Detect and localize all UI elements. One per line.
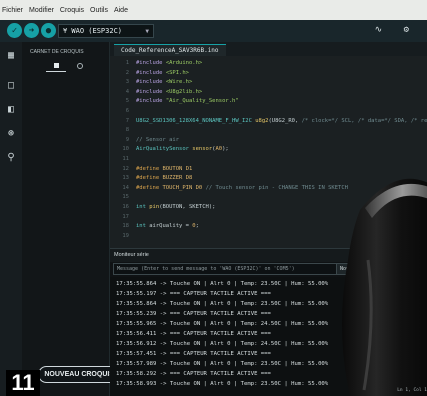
debug-panel-icon[interactable]: ⊛ [5, 128, 17, 140]
code-line[interactable]: AirQualitySensor sensor(A0); [136, 146, 229, 152]
folder-icon[interactable]: ▦ [5, 50, 17, 62]
sketchbook-title: CARNET DE CROQUIS [30, 49, 84, 55]
line-number: 13 [122, 175, 129, 182]
line-number: 3 [125, 79, 129, 86]
arrow-right-icon: ➜ [28, 25, 35, 36]
new-sketch-button[interactable]: NOUVEAU CROQUIS [38, 366, 121, 383]
library-icon[interactable]: ◧ [5, 104, 17, 116]
line-number: 15 [122, 194, 129, 201]
code-line[interactable]: int pin(BOUTON, SKETCH); [136, 204, 215, 210]
search-icon[interactable]: ⚲ [5, 152, 17, 164]
code-line[interactable]: #include "Air_Quality_Sensor.h" [136, 98, 239, 104]
line-number: 1 [125, 60, 129, 66]
editor-tab-bar: Code_ReferenceA_SAV3R6B.ino [110, 42, 427, 57]
serial-output-line: 17:35:55.864 -> Touche ON | Alrt 0 | Tem… [116, 301, 329, 307]
line-number: 19 [122, 232, 129, 239]
code-line[interactable]: #define BUZZER D8 [136, 175, 192, 181]
code-line[interactable]: #define TOUCH_PIN D0 // Touch sensor pin… [136, 185, 348, 191]
tab-local-sketchbook[interactable] [46, 61, 66, 72]
board-label: ¥ WAO (ESP32C) [63, 27, 123, 35]
serial-output-line: 17:35:56.912 -> Touche ON | Alrt 0 | Tem… [116, 341, 329, 347]
toolbar: ✓ ➜ ● ¥ WAO (ESP32C) ▼ ∿ ⚙ [0, 20, 427, 42]
serial-monitor-title: Moniteur série [114, 252, 149, 258]
sensor-photo-object [342, 178, 427, 396]
code-line[interactable]: int airQuality = 0; [136, 223, 199, 229]
verify-button[interactable]: ✓ [7, 23, 22, 38]
code-line[interactable]: U8G2_SSD1306_128X64_NONAME_F_HW_I2C u8g2… [136, 118, 427, 124]
line-number: 4 [125, 88, 129, 95]
code-line[interactable]: #define BOUTON D1 [136, 166, 192, 172]
step-number-badge: 11 [6, 370, 40, 396]
serial-output-line: 17:35:57.451 -> === CAPTEUR TACTILE ACTI… [116, 351, 271, 357]
line-number: 12 [122, 165, 129, 172]
sketchbook-panel: CARNET DE CROQUIS [22, 42, 110, 396]
menu-sketch[interactable]: Croquis [60, 7, 84, 14]
activity-bar: ▦ □ ◧ ⊛ ⚲ [0, 42, 22, 396]
menu-tools[interactable]: Outils [90, 7, 108, 14]
serial-output-line: 17:35:55.197 -> === CAPTEUR TACTILE ACTI… [116, 291, 271, 297]
code-line[interactable]: #include <Arduino.h> [136, 60, 202, 66]
code-line[interactable]: // Sensor air [136, 137, 179, 143]
code-line[interactable]: #include <U8g2lib.h> [136, 89, 202, 95]
line-number: 9 [125, 136, 129, 143]
debug-icon: ● [45, 25, 52, 36]
serial-output-line: 17:35:58.292 -> === CAPTEUR TACTILE ACTI… [116, 371, 271, 377]
line-number: 16 [122, 204, 129, 210]
menu-edit[interactable]: Modifier [29, 7, 54, 14]
line-number: 17 [122, 213, 129, 220]
code-line[interactable]: #include <SPI.h> [136, 70, 189, 76]
line-number: 14 [122, 184, 129, 191]
line-number: 6 [125, 108, 129, 114]
upload-button[interactable]: ➜ [24, 23, 39, 38]
serial-message-input[interactable]: Message (Enter to send message to 'WAO (… [113, 263, 349, 275]
menu-help[interactable]: Aide [114, 7, 128, 14]
line-number: 2 [125, 69, 129, 76]
line-number: 7 [125, 117, 129, 124]
debug-button[interactable]: ● [41, 23, 56, 38]
menu-file[interactable]: Fichier [2, 7, 23, 14]
code-line[interactable]: #include <Wire.h> [136, 79, 192, 85]
line-number: 8 [125, 127, 129, 134]
check-icon: ✓ [11, 25, 18, 36]
line-number: 10 [122, 146, 129, 153]
tab-cloud-sketchbook[interactable] [70, 61, 90, 71]
serial-output-line: 17:35:55.965 -> Touche ON | Alrt 0 | Tem… [116, 321, 329, 327]
status-bar: Ln 1, Col 1 [397, 388, 427, 393]
serial-output-line: 17:35:56.411 -> === CAPTEUR TACTILE ACTI… [116, 331, 271, 337]
board-manager-icon[interactable]: □ [5, 80, 17, 92]
line-number: 5 [125, 98, 129, 105]
serial-output-line: 17:35:55.239 -> === CAPTEUR TACTILE ACTI… [116, 311, 271, 317]
menu-bar: Fichier Modifier Croquis Outils Aide [0, 0, 427, 20]
serial-output-line: 17:35:58.993 -> Touche ON | Alrt 0 | Tem… [116, 381, 329, 387]
board-selector[interactable]: ¥ WAO (ESP32C) ▼ [58, 24, 154, 38]
computer-icon [53, 63, 59, 68]
line-number: 11 [122, 156, 129, 162]
line-number: 18 [122, 223, 129, 230]
chevron-down-icon: ▼ [145, 27, 149, 35]
toolbar-right-icons[interactable]: ∿ ⚙ [375, 25, 417, 35]
serial-output-line: 17:35:57.989 -> Touche ON | Alrt 0 | Tem… [116, 361, 329, 367]
cloud-icon [77, 63, 83, 69]
serial-output-line: 17:35:55.864 -> Touche ON | Alrt 0 | Tem… [116, 281, 329, 287]
